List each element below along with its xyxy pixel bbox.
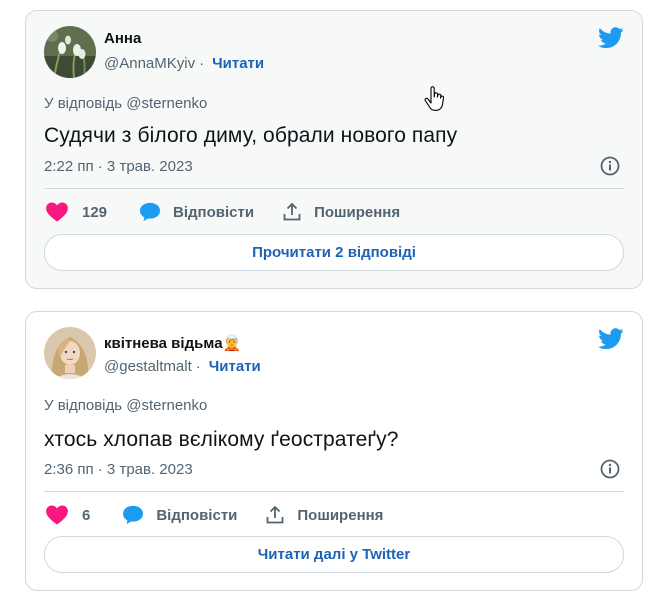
share-label: Поширення	[314, 203, 401, 221]
separator-dot: ·	[199, 55, 205, 72]
tweet-text: хтось хлопав вєлікому ґеостратеґу?	[44, 428, 399, 451]
reply-bubble-icon	[140, 202, 161, 222]
read-replies-button[interactable]: Прочитати 2 відповіді	[44, 234, 624, 271]
reply-to-label[interactable]: У відповідь @sternenko	[44, 397, 207, 414]
twitter-bird-icon[interactable]	[598, 27, 624, 49]
avatar[interactable]	[44, 26, 96, 78]
portrait-avatar-icon	[44, 327, 96, 379]
reply-button[interactable]: Відповісти	[139, 202, 254, 222]
author-name[interactable]: квітнева відьма🧝	[104, 334, 241, 352]
share-upload-icon	[266, 506, 284, 524]
share-upload-icon	[283, 203, 301, 221]
reply-to-label[interactable]: У відповідь @sternenko	[44, 95, 207, 112]
share-label: Поширення	[297, 506, 384, 524]
divider	[44, 188, 624, 189]
tweet-card[interactable]: квітнева відьма🧝 @gestaltmalt · Читати У…	[25, 311, 643, 591]
avatar[interactable]	[44, 327, 96, 379]
action-bar: 129 Відповісти Поширення	[46, 202, 400, 222]
author-name[interactable]: Анна	[104, 30, 141, 47]
like-count: 129	[82, 203, 108, 221]
like-button[interactable]: 6	[46, 505, 90, 525]
tweet-timestamp[interactable]: 2:22 пп · 3 трав. 2023	[44, 158, 193, 175]
action-bar: 6 Відповісти Поширення	[46, 505, 383, 525]
twitter-bird-icon[interactable]	[598, 328, 624, 350]
tweet-card[interactable]: Анна @AnnaMKyiv · Читати У відповідь @st…	[25, 10, 643, 289]
like-count: 6	[82, 506, 91, 524]
share-button[interactable]: Поширення	[282, 202, 400, 222]
reply-label: Відповісти	[156, 506, 238, 524]
info-icon[interactable]	[600, 156, 620, 176]
like-button[interactable]: 129	[46, 202, 107, 222]
heart-icon	[46, 202, 68, 222]
info-icon[interactable]	[600, 459, 620, 479]
follow-link[interactable]: Читати	[209, 358, 261, 375]
reply-bubble-icon	[123, 505, 144, 525]
follow-link[interactable]: Читати	[212, 55, 264, 72]
handle-row: @gestaltmalt · Читати	[104, 358, 261, 375]
separator-dot: ·	[195, 358, 201, 375]
read-more-on-twitter-button[interactable]: Читати далі у Twitter	[44, 536, 624, 573]
author-handle[interactable]: @AnnaMKyiv	[104, 55, 195, 72]
tweet-text: Судячи з білого диму, обрали нового папу	[44, 124, 458, 147]
tweet-timestamp[interactable]: 2:36 пп · 3 трав. 2023	[44, 461, 193, 478]
reply-label: Відповісти	[173, 203, 255, 221]
author-handle[interactable]: @gestaltmalt	[104, 358, 192, 375]
handle-row: @AnnaMKyiv · Читати	[104, 55, 264, 72]
share-button[interactable]: Поширення	[265, 505, 383, 525]
hand-cursor-icon	[424, 86, 445, 111]
heart-icon	[46, 505, 68, 525]
divider	[44, 491, 624, 492]
snowdrop-avatar-icon	[44, 26, 96, 78]
reply-button[interactable]: Відповісти	[122, 505, 237, 525]
